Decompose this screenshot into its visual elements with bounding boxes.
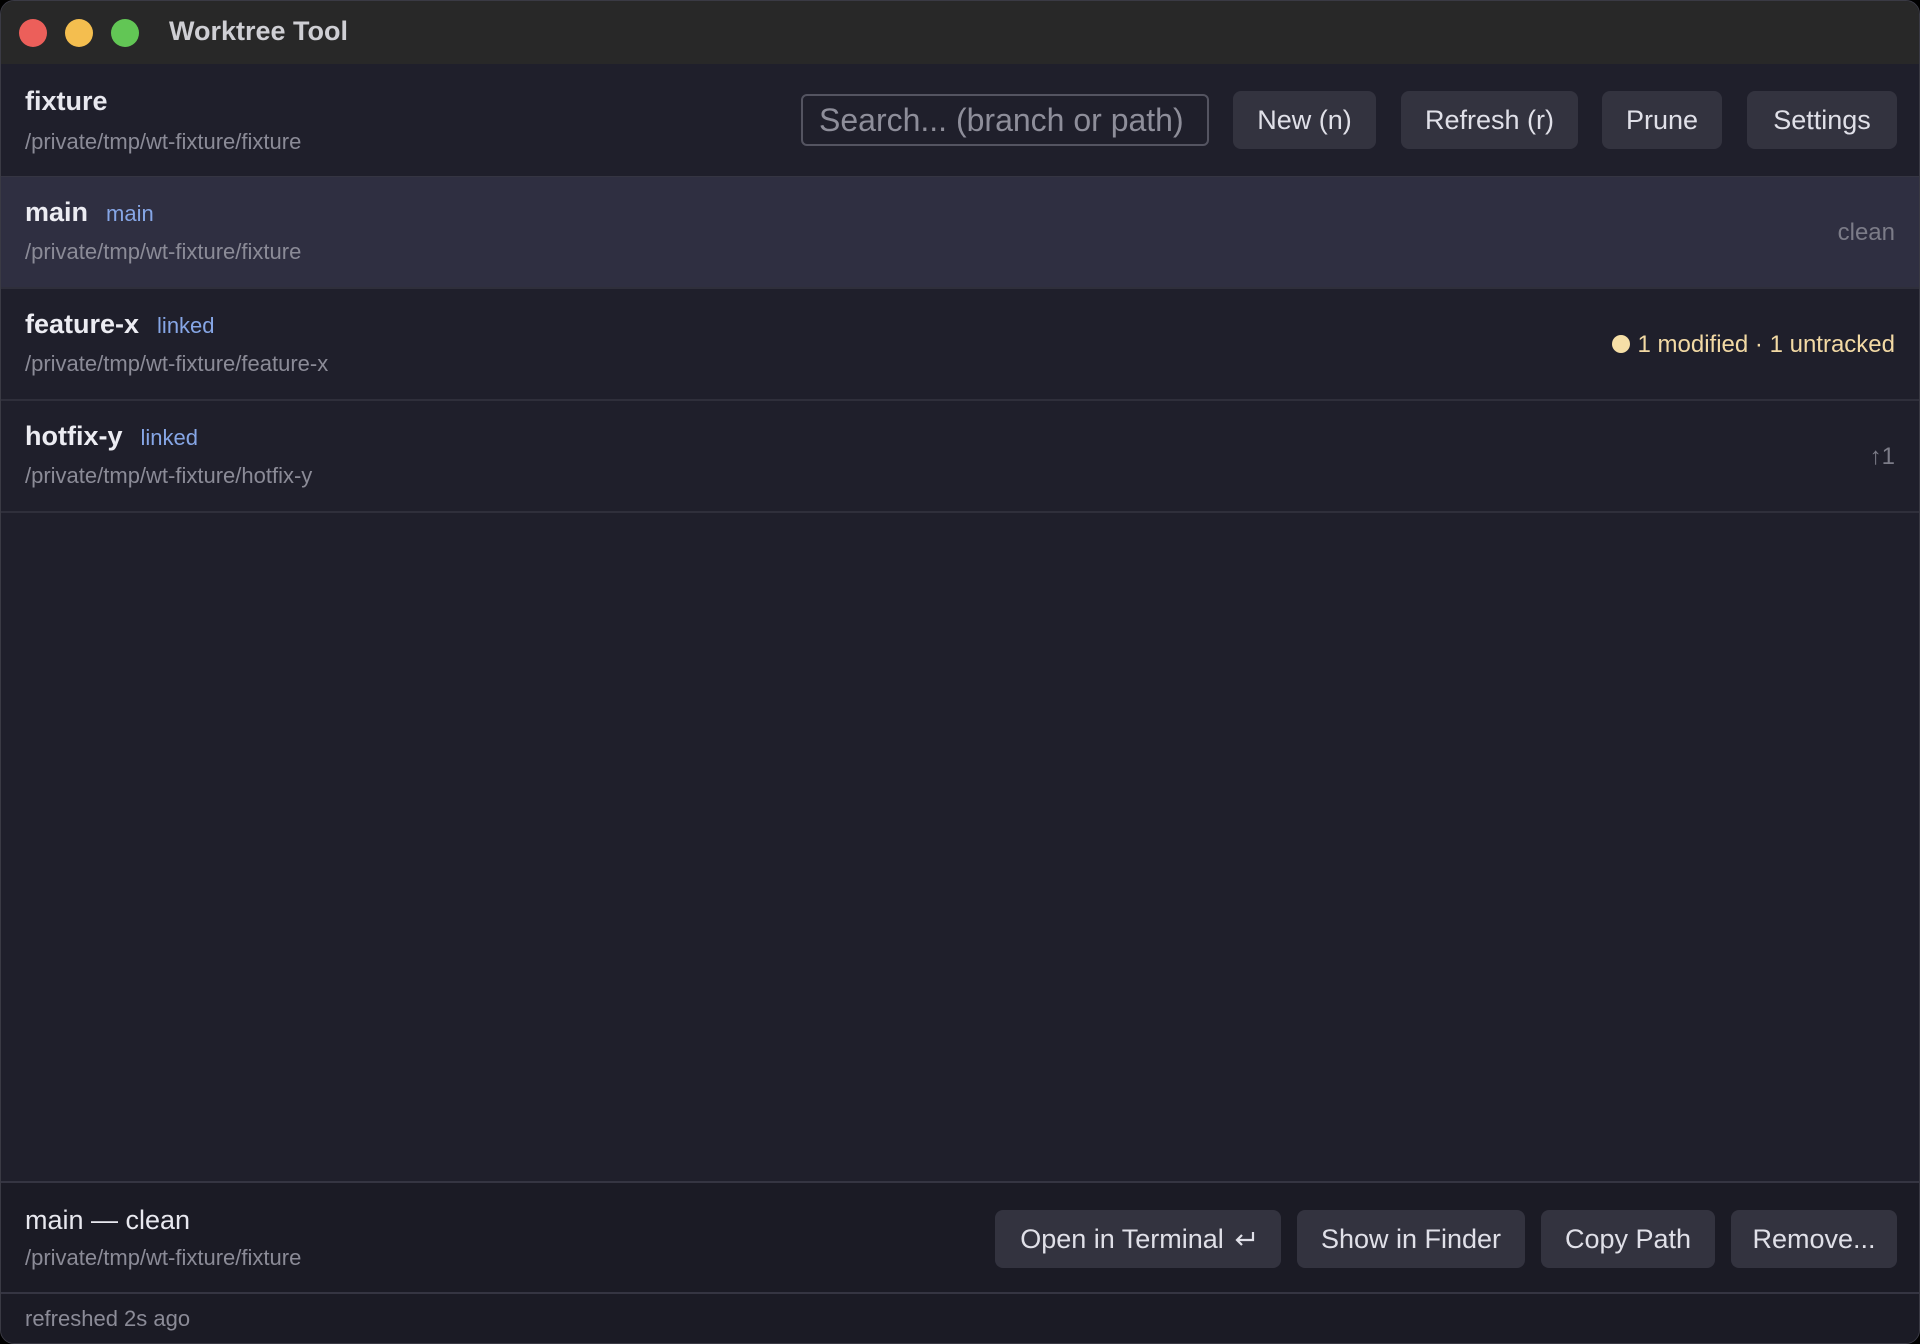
copy-path-button[interactable]: Copy Path [1541, 1210, 1715, 1268]
refresh-button[interactable]: Refresh (r) [1401, 91, 1578, 149]
detail-path: /private/tmp/wt-fixture/fixture [25, 1245, 302, 1270]
branch-name: feature-x [25, 309, 140, 339]
worktree-row-main[interactable]: main main /private/tmp/wt-fixture/fixture… [1, 177, 1919, 289]
prune-button[interactable]: Prune [1602, 91, 1722, 149]
worktree-kind-badge: linked [157, 313, 215, 338]
repo-name: fixture [25, 86, 108, 116]
worktree-kind-badge: linked [140, 425, 198, 450]
worktree-row-feature-x[interactable]: feature-x linked /private/tmp/wt-fixture/… [1, 289, 1919, 401]
close-window-button[interactable] [19, 19, 47, 47]
detail-panel: main — clean /private/tmp/wt-fixture/fix… [1, 1181, 1919, 1293]
minimize-window-button[interactable] [65, 19, 93, 47]
branch-name: main [25, 197, 89, 227]
settings-button[interactable]: Settings [1747, 91, 1897, 149]
repo-path: /private/tmp/wt-fixture/fixture [25, 129, 302, 154]
dirty-dot-icon [1611, 335, 1630, 353]
maximize-window-button[interactable] [111, 19, 139, 47]
worktree-list: main main /private/tmp/wt-fixture/fixture… [1, 177, 1919, 513]
header: fixture /private/tmp/wt-fixture/fixture … [1, 64, 1919, 178]
status-bar: refreshed 2s ago [1, 1292, 1919, 1343]
open-in-terminal-label: Open in Terminal [1020, 1224, 1224, 1254]
branch-name: hotfix-y [25, 421, 123, 451]
app-window: Worktree Tool fixture /private/tmp/wt-fi… [0, 0, 1920, 1344]
window-title: Worktree Tool [169, 16, 349, 46]
return-key-icon [1234, 1212, 1256, 1270]
search-input[interactable] [801, 94, 1209, 146]
title-bar: Worktree Tool [1, 1, 1919, 64]
remove-worktree-button[interactable]: Remove... [1731, 1210, 1897, 1268]
worktree-path: /private/tmp/wt-fixture/fixture [25, 239, 302, 264]
new-worktree-button[interactable]: New (n) [1233, 91, 1376, 149]
show-in-finder-button[interactable]: Show in Finder [1297, 1210, 1525, 1268]
detail-title: main — clean [25, 1205, 191, 1235]
worktree-status-container: 1 modified · 1 untracked [1611, 331, 1895, 359]
worktree-path: /private/tmp/wt-fixture/hotfix-y [25, 463, 313, 488]
worktree-row-hotfix-y[interactable]: hotfix-y linked /private/tmp/wt-fixture/h… [1, 401, 1919, 513]
worktree-path: /private/tmp/wt-fixture/feature-x [25, 351, 329, 376]
refresh-status-text: refreshed 2s ago [25, 1306, 191, 1331]
worktree-status-ahead: ↑1 [1869, 443, 1895, 470]
worktree-kind-badge: main [106, 201, 154, 226]
worktree-status: clean [1837, 219, 1895, 246]
worktree-status: 1 modified · 1 untracked [1637, 331, 1895, 358]
open-in-terminal-button[interactable]: Open in Terminal [995, 1210, 1281, 1268]
